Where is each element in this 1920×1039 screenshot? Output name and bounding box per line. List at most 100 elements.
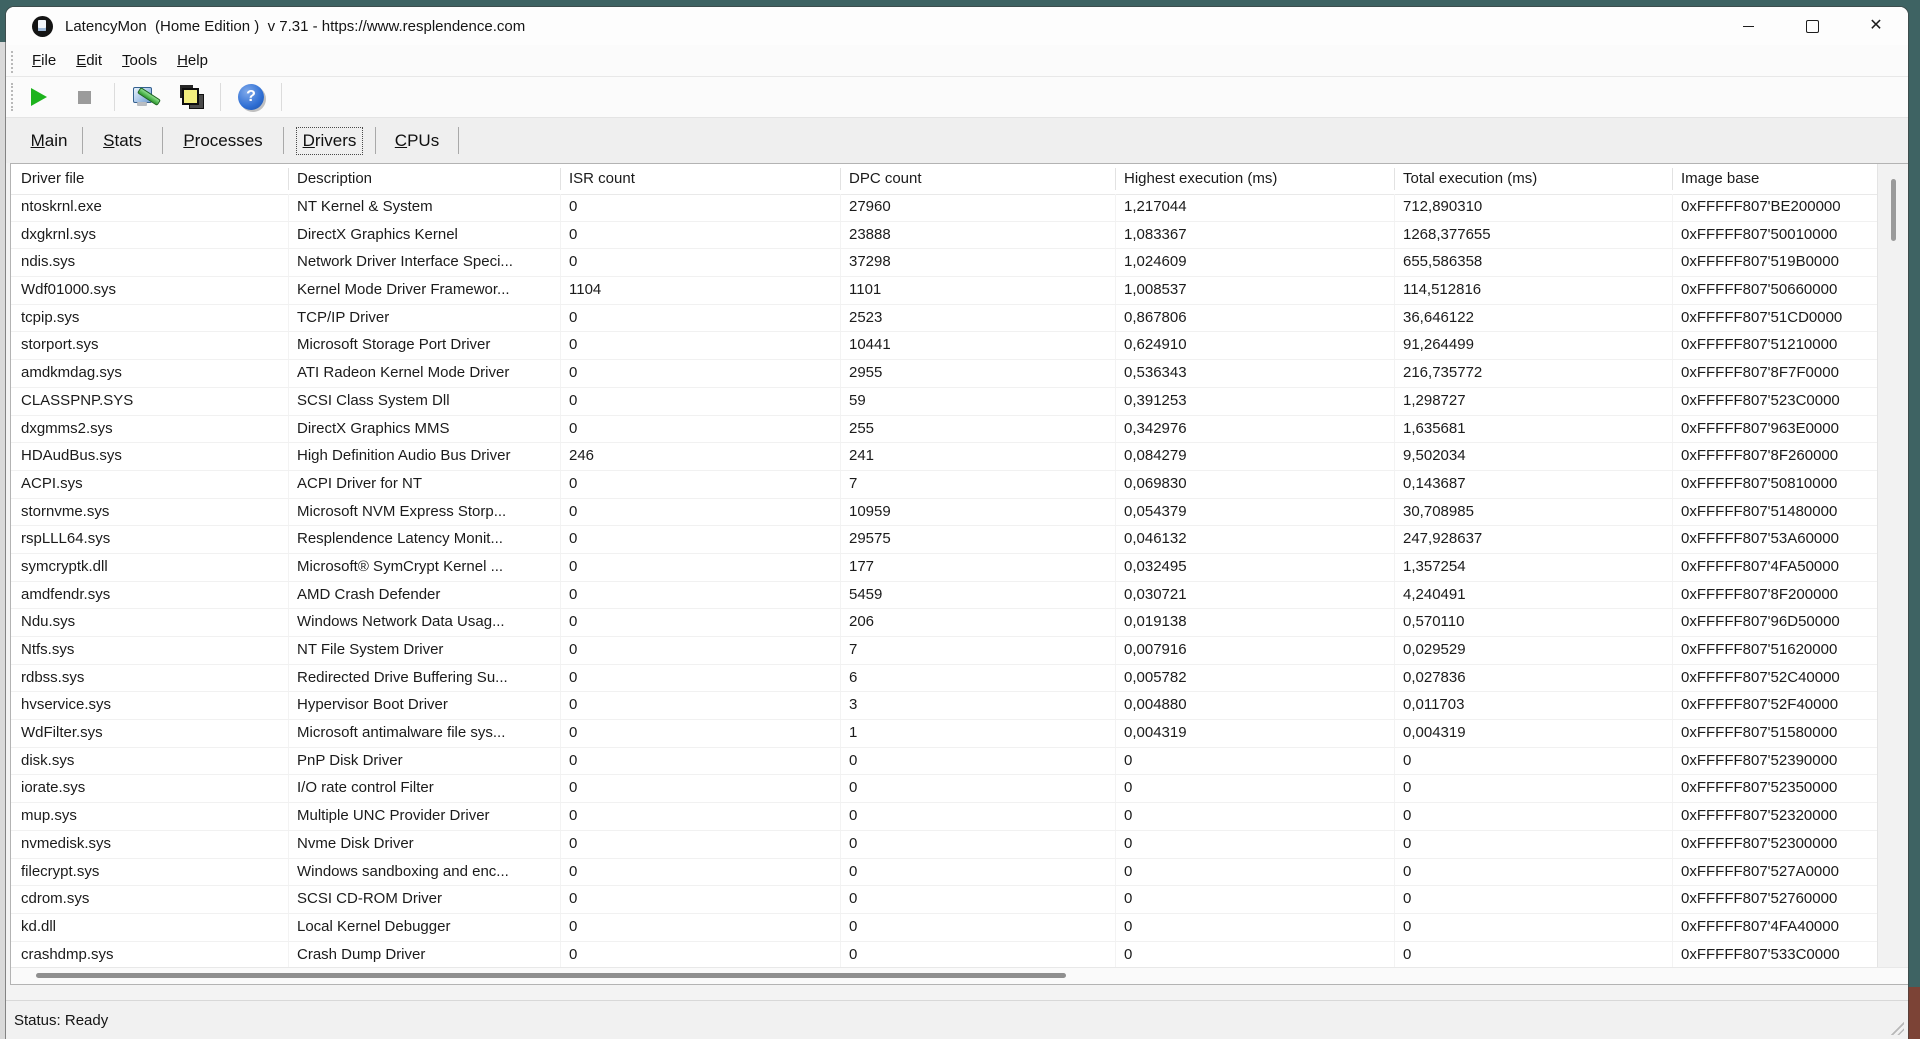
stop-button[interactable] [69, 82, 99, 112]
cell-isr-count: 0 [561, 221, 841, 249]
cell-driver-file: rspLLL64.sys [11, 526, 289, 553]
toolbar-gripper[interactable] [11, 83, 13, 111]
table-row[interactable]: hvservice.sys Hypervisor Boot Driver 0 3 0,0… [11, 692, 1879, 721]
tab-stats[interactable]: Stats [83, 118, 162, 163]
tab-main[interactable]: Main [16, 118, 82, 163]
cell-description: DirectX Graphics Kernel [289, 221, 561, 249]
vertical-scrollbar[interactable] [1877, 164, 1908, 968]
cell-isr-count: 0 [561, 415, 841, 443]
cell-total-execution-ms: 1,298727 [1395, 387, 1673, 415]
table-row[interactable]: cdrom.sys SCSI CD-ROM Driver 0 0 0 0 0xFFFFF80… [11, 886, 1879, 914]
cell-driver-file: storport.sys [11, 332, 289, 360]
close-button[interactable]: ✕ [1844, 7, 1908, 45]
column-header-dpc-count[interactable]: DPC count [841, 168, 1116, 190]
table-row[interactable]: storport.sys Microsoft Storage Port Drive… [11, 332, 1879, 361]
cell-isr-count: 0 [561, 886, 841, 913]
cell-description: Multiple UNC Provider Driver [289, 803, 561, 830]
resize-grip[interactable] [1889, 1020, 1904, 1035]
table-row[interactable]: Ndu.sys Windows Network Data Usag... 0 206 0… [11, 609, 1879, 637]
cell-total-execution-ms: 0,011703 [1395, 692, 1673, 720]
tab-cpus[interactable]: CPUs [376, 118, 458, 163]
minimize-button[interactable] [1716, 7, 1780, 45]
window-controls: ✕ [1716, 7, 1908, 45]
cell-isr-count: 1104 [561, 277, 841, 304]
cell-highest-execution-ms: 0 [1116, 775, 1395, 803]
table-row[interactable]: dxgkrnl.sys DirectX Graphics Kernel 0 23888… [11, 221, 1879, 250]
table-row[interactable]: stornvme.sys Microsoft NVM Express Storp.… [11, 498, 1879, 527]
column-header-driver-file[interactable]: Driver file [11, 168, 289, 190]
cell-image-base: 0xFFFFF807'523C0000 [1681, 391, 1840, 409]
cell-isr-count: 0 [561, 360, 841, 387]
horizontal-scrollbar-thumb[interactable] [36, 973, 1066, 978]
cell-description: Local Kernel Debugger [289, 913, 561, 941]
cell-highest-execution-ms: 0,624910 [1116, 332, 1395, 360]
cell-description: Hypervisor Boot Driver [289, 692, 561, 720]
table-row[interactable]: amdkmdag.sys ATI Radeon Kernel Mode Drive… [11, 360, 1879, 388]
column-header-image-base[interactable]: Image base [1673, 168, 1879, 190]
cell-dpc-count: 255 [841, 415, 1116, 443]
vertical-scrollbar-thumb[interactable] [1891, 179, 1896, 241]
table-row[interactable]: rdbss.sys Redirected Drive Buffering Su..… [11, 664, 1879, 693]
column-header-highest-execution-ms[interactable]: Highest execution (ms) [1116, 168, 1395, 190]
help-button[interactable]: ? [236, 82, 266, 112]
cell-highest-execution-ms: 0 [1116, 858, 1395, 886]
menubar-gripper[interactable] [11, 51, 13, 73]
table-row[interactable]: symcryptk.dll Microsoft® SymCrypt Kernel … [11, 553, 1879, 582]
cell-description: Microsoft NVM Express Storp... [289, 498, 561, 526]
table-row[interactable]: mup.sys Multiple UNC Provider Driver 0 0 0 0 0… [11, 803, 1879, 831]
cell-dpc-count: 23888 [841, 221, 1116, 249]
table-row[interactable]: nvmedisk.sys Nvme Disk Driver 0 0 0 0 0xFFFFF8… [11, 830, 1879, 859]
table-row[interactable]: ndis.sys Network Driver Interface Speci..… [11, 249, 1879, 278]
cell-total-execution-ms: 0 [1395, 830, 1673, 858]
column-header-total-execution-ms[interactable]: Total execution (ms) [1395, 168, 1673, 190]
cell-total-execution-ms: 114,512816 [1395, 277, 1673, 304]
run-button[interactable] [24, 82, 54, 112]
tools-options-button[interactable] [130, 82, 161, 112]
menu-file[interactable]: File [22, 49, 66, 72]
cell-description: ATI Radeon Kernel Mode Driver [289, 360, 561, 387]
column-header-isr-count[interactable]: ISR count [561, 168, 841, 190]
cell-image-base: 0xFFFFF807'51480000 [1681, 502, 1838, 520]
table-row[interactable]: crashdmp.sys Crash Dump Driver 0 0 0 0 0xFFFFF… [11, 941, 1879, 968]
cell-highest-execution-ms: 0,069830 [1116, 470, 1395, 498]
table-row[interactable]: rspLLL64.sys Resplendence Latency Monit..… [11, 526, 1879, 554]
cell-isr-count: 0 [561, 387, 841, 415]
cell-image-base: 0xFFFFF807'52760000 [1681, 890, 1838, 908]
table-row[interactable]: amdfendr.sys AMD Crash Defender 0 5459 0,030… [11, 581, 1879, 610]
table-row[interactable]: CLASSPNP.SYS SCSI Class System Dll 0 59 0,39… [11, 387, 1879, 416]
table-row[interactable]: HDAudBus.sys High Definition Audio Bus Dr… [11, 443, 1879, 471]
tab-processes[interactable]: Processes [163, 118, 283, 163]
maximize-button[interactable] [1780, 7, 1844, 45]
copy-report-button[interactable] [175, 82, 205, 112]
table-row[interactable]: Ntfs.sys NT File System Driver 0 7 0,007916 0… [11, 637, 1879, 665]
table-row[interactable]: ntoskrnl.exe NT Kernel & System 0 27960 1,21… [11, 194, 1879, 222]
table-row[interactable]: Wdf01000.sys Kernel Mode Driver Framewor.… [11, 277, 1879, 305]
horizontal-scrollbar[interactable] [11, 967, 1908, 984]
column-header-description[interactable]: Description [289, 168, 561, 190]
toolbar: ? [6, 77, 1908, 117]
table-row[interactable]: iorate.sys I/O rate control Filter 0 0 0 0 0xF… [11, 775, 1879, 804]
menu-edit[interactable]: Edit [66, 49, 112, 72]
cell-driver-file: kd.dll [11, 913, 289, 941]
table-row[interactable]: ACPI.sys ACPI Driver for NT 0 7 0,069830 0,14… [11, 470, 1879, 499]
cell-total-execution-ms: 655,586358 [1395, 249, 1673, 277]
cell-image-base: 0xFFFFF807'52390000 [1681, 751, 1838, 769]
table-row[interactable]: tcpip.sys TCP/IP Driver 0 2523 0,867806 36,64… [11, 304, 1879, 333]
cell-image-base: 0xFFFFF807'51620000 [1681, 641, 1838, 658]
tab-drivers[interactable]: Drivers [284, 118, 375, 163]
table-row[interactable]: WdFilter.sys Microsoft antimalware file s… [11, 720, 1879, 748]
table-row[interactable]: filecrypt.sys Windows sandboxing and enc.… [11, 858, 1879, 887]
menu-help[interactable]: Help [167, 49, 218, 72]
cell-image-base: 0xFFFFF807'52320000 [1681, 807, 1838, 825]
cell-dpc-count: 59 [841, 387, 1116, 415]
table-row[interactable]: kd.dll Local Kernel Debugger 0 0 0 0 0xFFFFF80… [11, 913, 1879, 942]
cell-image-base: 0xFFFFF807'51CD0000 [1681, 308, 1843, 326]
table-row[interactable]: dxgmms2.sys DirectX Graphics MMS 0 255 0,342… [11, 415, 1879, 444]
cell-dpc-count: 1 [841, 720, 1116, 747]
menu-tools[interactable]: Tools [112, 49, 167, 72]
cell-highest-execution-ms: 0 [1116, 941, 1395, 968]
cell-dpc-count: 0 [841, 803, 1116, 830]
table-row[interactable]: disk.sys PnP Disk Driver 0 0 0 0 0xFFFFF807'52… [11, 747, 1879, 776]
cell-isr-count: 0 [561, 941, 841, 968]
cell-dpc-count: 0 [841, 886, 1116, 913]
